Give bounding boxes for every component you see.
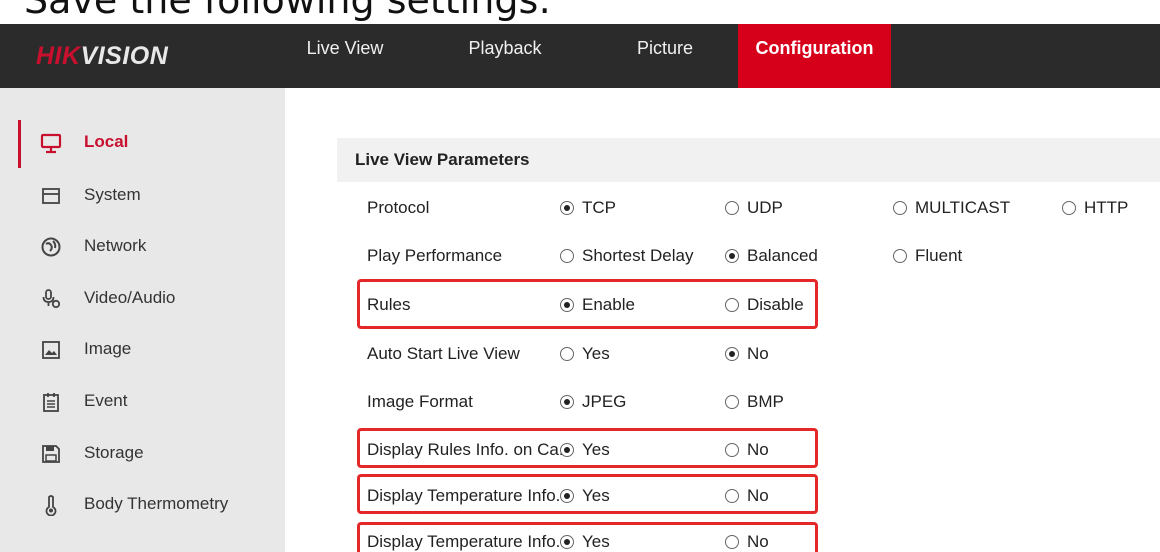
- sidebar-item-body-thermometry[interactable]: Body Thermometry: [0, 484, 285, 524]
- tab-picture[interactable]: Picture: [610, 24, 720, 88]
- radio-display-temp-yes[interactable]: Yes: [560, 484, 610, 508]
- radio-display-rules-no[interactable]: No: [725, 438, 769, 462]
- row-label-display-temperature-info-2: Display Temperature Info...: [367, 532, 570, 551]
- row-label-display-temperature-info: Display Temperature Info.: [367, 486, 561, 505]
- sidebar-item-label: Storage: [84, 443, 144, 462]
- hikvision-logo: HIKVISION: [36, 42, 169, 70]
- globe-icon: [40, 236, 62, 258]
- monitor-icon: [40, 132, 62, 154]
- tab-playback[interactable]: Playback: [440, 24, 570, 88]
- row-label-protocol: Protocol: [367, 198, 430, 217]
- section-title: Live View Parameters: [337, 138, 1160, 182]
- row-label-auto-start-live-view: Auto Start Live View: [367, 344, 520, 363]
- radio-protocol-multicast[interactable]: MULTICAST: [893, 196, 1010, 220]
- tab-configuration[interactable]: Configuration: [738, 24, 891, 88]
- sidebar-item-network[interactable]: Network: [0, 226, 285, 266]
- system-icon: [40, 185, 62, 207]
- radio-protocol-tcp[interactable]: TCP: [560, 196, 616, 220]
- sidebar-item-image[interactable]: Image: [0, 329, 285, 369]
- sidebar-item-label: Local: [84, 132, 129, 151]
- tab-live-view[interactable]: Live View: [290, 24, 400, 88]
- radio-display-temp-no[interactable]: No: [725, 484, 769, 508]
- radio-protocol-udp[interactable]: UDP: [725, 196, 783, 220]
- calendar-icon: [40, 391, 62, 413]
- row-label-rules: Rules: [367, 295, 411, 314]
- microphone-icon: [40, 288, 62, 310]
- sidebar-item-system[interactable]: System: [0, 175, 285, 215]
- radio-display-temp2-no[interactable]: No: [725, 530, 769, 552]
- radio-display-temp2-yes[interactable]: Yes: [560, 530, 610, 552]
- top-navbar: HIKVISION Live View Playback Picture Con…: [0, 24, 1160, 88]
- radio-image-format-bmp[interactable]: BMP: [725, 390, 784, 414]
- image-icon: [40, 339, 62, 361]
- radio-display-rules-yes[interactable]: Yes: [560, 438, 610, 462]
- radio-performance-fluent[interactable]: Fluent: [893, 244, 962, 268]
- radio-protocol-http[interactable]: HTTP: [1062, 196, 1128, 220]
- row-label-display-rules-info: Display Rules Info. on Ca...: [367, 440, 573, 459]
- row-label-image-format: Image Format: [367, 392, 473, 411]
- radio-performance-balanced[interactable]: Balanced: [725, 244, 818, 268]
- radio-autostart-yes[interactable]: Yes: [560, 342, 610, 366]
- sidebar-item-local[interactable]: Local: [0, 122, 285, 162]
- radio-autostart-no[interactable]: No: [725, 342, 769, 366]
- radio-image-format-jpeg[interactable]: JPEG: [560, 390, 626, 414]
- slide-caption: Save the following settings:: [24, 0, 552, 22]
- save-icon: [40, 443, 62, 465]
- sidebar-item-label: Body Thermometry: [84, 494, 229, 513]
- thermometer-icon: [40, 494, 62, 517]
- radio-rules-disable[interactable]: Disable: [725, 293, 804, 317]
- radio-rules-enable[interactable]: Enable: [560, 293, 635, 317]
- sidebar-item-storage[interactable]: Storage: [0, 433, 285, 473]
- radio-performance-shortest-delay[interactable]: Shortest Delay: [560, 244, 694, 268]
- row-label-play-performance: Play Performance: [367, 246, 503, 265]
- sidebar-item-video-audio[interactable]: Video/Audio: [0, 278, 285, 318]
- sidebar-item-label: Network: [84, 236, 147, 255]
- sidebar-item-label: System: [84, 185, 141, 204]
- sidebar-item-event[interactable]: Event: [0, 381, 285, 421]
- sidebar-item-label: Image: [84, 339, 132, 358]
- sidebar-item-label: Event: [84, 391, 128, 410]
- sidebar-item-label: Video/Audio: [84, 288, 176, 307]
